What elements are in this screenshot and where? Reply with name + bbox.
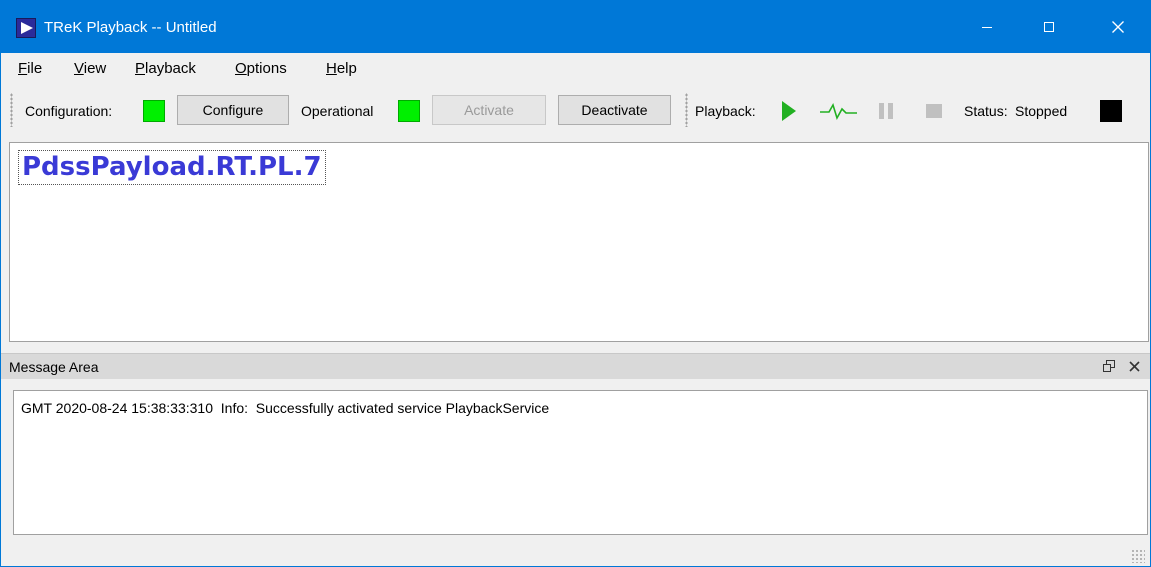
close-icon: [1128, 360, 1140, 372]
operational-status-led: [398, 100, 420, 122]
menu-playback-mnemonic: P: [135, 60, 146, 77]
menu-help-mnemonic: H: [326, 60, 337, 77]
message-area-title: Message Area: [9, 359, 99, 375]
resize-grip[interactable]: [1131, 549, 1145, 563]
trek-app-icon[interactable]: [16, 18, 36, 38]
playback-label: Playback:: [695, 103, 756, 119]
menu-file-label: ile: [27, 60, 43, 77]
title-bar[interactable]: TReK Playback -- Untitled: [1, 1, 1150, 53]
menu-file-mnemonic: F: [18, 60, 28, 77]
menu-options-label: ptions: [246, 60, 287, 77]
toolbar: Configuration: Configure Operational Act…: [1, 89, 1150, 133]
configure-button[interactable]: Configure: [177, 95, 289, 125]
configuration-label: Configuration:: [25, 103, 113, 119]
pause-icon[interactable]: [877, 101, 895, 121]
menu-help-label: elp: [336, 60, 357, 77]
stop-icon[interactable]: [924, 101, 944, 121]
toolbar-grip-2[interactable]: [685, 93, 688, 127]
play-icon[interactable]: [781, 100, 797, 122]
menu-view[interactable]: View: [74, 60, 106, 77]
menu-view-label: iew: [83, 60, 107, 77]
toolbar-grip[interactable]: [10, 93, 13, 127]
operational-label: Operational: [301, 103, 374, 119]
maximize-button[interactable]: [1026, 1, 1072, 53]
float-icon: [1103, 360, 1115, 372]
menu-options[interactable]: Options: [235, 60, 287, 77]
message-list[interactable]: GMT 2020-08-24 15:38:33:310 Info: Succes…: [13, 390, 1148, 535]
menu-help[interactable]: Help: [326, 60, 357, 77]
maximize-icon: [1044, 22, 1054, 32]
status-value: Stopped: [1015, 103, 1068, 119]
payload-label[interactable]: PdssPayload.RT.PL.7: [18, 150, 326, 185]
minimize-icon: [982, 27, 992, 28]
menu-playback-label: layback: [145, 60, 196, 77]
window-title: TReK Playback -- Untitled: [44, 19, 217, 36]
activate-button[interactable]: Activate: [432, 95, 546, 125]
status-indicator: [1100, 100, 1122, 122]
float-dock-button[interactable]: [1101, 358, 1117, 374]
configuration-status-led: [143, 100, 165, 122]
minimize-button[interactable]: [964, 1, 1010, 53]
close-button[interactable]: [1095, 1, 1141, 53]
message-area-titlebar[interactable]: Message Area: [1, 353, 1150, 379]
menu-bar: File View Playback Options Help: [1, 57, 1150, 81]
menu-view-mnemonic: V: [74, 60, 84, 77]
message-line: GMT 2020-08-24 15:38:33:310 Info: Succes…: [21, 400, 550, 416]
menu-file[interactable]: File: [18, 60, 42, 77]
status-label: Status:: [964, 103, 1008, 119]
app-window: TReK Playback -- Untitled File View Play…: [0, 0, 1151, 567]
display-panel[interactable]: PdssPayload.RT.PL.7: [9, 142, 1149, 342]
menu-playback[interactable]: Playback: [135, 60, 196, 77]
close-dock-button[interactable]: [1126, 358, 1142, 374]
menu-options-mnemonic: O: [235, 60, 247, 77]
deactivate-button[interactable]: Deactivate: [558, 95, 671, 125]
pulse-icon[interactable]: [819, 101, 859, 121]
close-icon: [1112, 21, 1124, 33]
